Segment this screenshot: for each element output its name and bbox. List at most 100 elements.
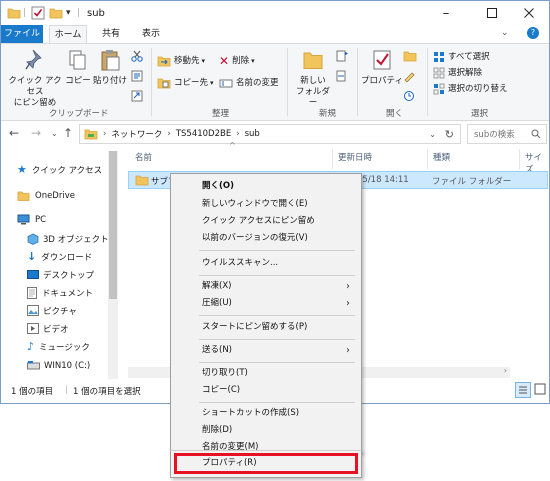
search-input[interactable]: subの検索 bbox=[467, 124, 547, 144]
new-folder-icon bbox=[303, 52, 323, 69]
menu-create-shortcut[interactable]: ショートカットの作成(S) bbox=[174, 405, 358, 422]
paste-shortcut-icon[interactable] bbox=[131, 90, 143, 105]
nav-label: ミュージック bbox=[39, 342, 90, 353]
qa-customize-icon[interactable]: ▾ bbox=[66, 5, 71, 21]
large-icons-view-icon[interactable] bbox=[533, 382, 549, 398]
nav-desktop[interactable]: デスクトップ bbox=[27, 266, 94, 283]
menu-compress[interactable]: 圧縮(U) › bbox=[174, 295, 358, 312]
menu-pin-start[interactable]: スタートにピン留めする(P) bbox=[174, 319, 358, 336]
nav-drive-c[interactable]: WIN10 (C:) bbox=[27, 357, 90, 374]
new-folder-button[interactable]: 新しい フォルダー bbox=[293, 48, 333, 109]
column-separator[interactable] bbox=[332, 149, 333, 169]
breadcrumb-server[interactable]: TS5410D2BE bbox=[176, 129, 231, 139]
menu-open[interactable]: 開く(O) bbox=[174, 178, 358, 195]
open-icon[interactable] bbox=[403, 50, 417, 65]
menu-send-to-label: 送る(N) bbox=[202, 345, 232, 355]
easy-access-icon[interactable] bbox=[335, 70, 349, 85]
recent-chevron-icon[interactable]: ⌄ bbox=[51, 129, 58, 138]
invert-selection-button[interactable]: 選択の切り替え bbox=[433, 82, 508, 96]
properties-check-icon[interactable] bbox=[31, 5, 45, 21]
column-separator[interactable] bbox=[519, 149, 520, 169]
rename-button[interactable]: 名前の変更 bbox=[219, 76, 279, 90]
cut-icon[interactable] bbox=[131, 50, 143, 65]
copy-button[interactable]: コピー bbox=[65, 48, 91, 87]
breadcrumb-network[interactable]: ネットワーク bbox=[111, 128, 162, 140]
menu-separator bbox=[199, 339, 355, 340]
copy-to-button[interactable]: コピー先 ▾ bbox=[157, 76, 214, 90]
forward-arrow-icon[interactable]: → bbox=[31, 126, 41, 140]
address-dropdown-icon[interactable]: ⌄ bbox=[429, 130, 436, 139]
scroll-right-icon[interactable]: › bbox=[504, 366, 507, 375]
column-size[interactable]: サイズ bbox=[525, 151, 549, 175]
ribbon-tabs: ファイル ホーム 共有 表示 ⌄ ? bbox=[1, 25, 549, 43]
nav-music[interactable]: ♪ ミュージック bbox=[27, 338, 90, 355]
tab-home[interactable]: ホーム bbox=[49, 25, 87, 43]
nav-quick-access[interactable]: ★ クイック アクセス bbox=[17, 161, 102, 178]
help-icon[interactable]: ? bbox=[527, 27, 539, 39]
nav-onedrive[interactable]: OneDrive bbox=[17, 187, 75, 204]
address-bar[interactable]: › ネットワーク › TS5410D2BE › sub ⌄ ↻ bbox=[79, 124, 461, 144]
drive-icon bbox=[27, 360, 40, 369]
tab-file[interactable]: ファイル bbox=[1, 25, 43, 43]
nav-3d-objects[interactable]: 3D オブジェクト bbox=[27, 230, 109, 247]
new-item-icon[interactable] bbox=[335, 50, 349, 65]
picture-icon bbox=[27, 305, 39, 316]
column-date[interactable]: 更新日時 bbox=[338, 151, 372, 167]
menu-delete[interactable]: 削除(D) bbox=[174, 422, 358, 439]
menu-pin-quick-access[interactable]: クイック アクセスにピン留め bbox=[174, 213, 358, 230]
separator-bar: | bbox=[77, 8, 81, 18]
up-arrow-icon[interactable]: ↑ bbox=[63, 126, 73, 140]
properties-ribbon-button[interactable]: プロパティ bbox=[361, 48, 403, 87]
edit-icon[interactable] bbox=[403, 70, 417, 85]
menu-cut[interactable]: 切り取り(T) bbox=[174, 365, 358, 382]
delete-button[interactable]: ✕ 削除 ▾ bbox=[219, 54, 255, 68]
menu-open-new-window[interactable]: 新しいウィンドウで開く(E) bbox=[174, 196, 358, 213]
chevron-down-icon: ▾ bbox=[210, 79, 214, 87]
pc-icon bbox=[17, 214, 30, 225]
move-to-button[interactable]: 移動先 ▾ bbox=[157, 54, 205, 68]
maximize-button[interactable] bbox=[472, 1, 512, 25]
back-arrow-icon[interactable]: ← bbox=[9, 126, 19, 140]
new-folder-qa-icon[interactable] bbox=[49, 5, 63, 21]
properties-ribbon-label: プロパティ bbox=[361, 76, 403, 86]
breadcrumb-chevron-icon: › bbox=[236, 129, 240, 139]
nav-label: WIN10 (C:) bbox=[44, 360, 91, 371]
sort-caret-icon: ^ bbox=[229, 141, 236, 150]
breadcrumb-sub[interactable]: sub bbox=[245, 129, 260, 139]
select-none-button[interactable]: 選択解除 bbox=[433, 66, 482, 80]
menu-virus-scan[interactable]: ウイルススキャン... bbox=[174, 255, 358, 272]
menu-send-to[interactable]: 送る(N) › bbox=[174, 342, 358, 359]
new-folder-label: 新しい フォルダー bbox=[295, 76, 330, 108]
nav-videos[interactable]: ビデオ bbox=[27, 320, 69, 337]
select-all-button[interactable]: すべて選択 bbox=[433, 50, 490, 64]
menu-separator bbox=[199, 315, 355, 316]
nav-pc[interactable]: PC bbox=[17, 211, 46, 228]
select-all-label: すべて選択 bbox=[448, 52, 490, 62]
nav-downloads[interactable]: ↓ ダウンロード bbox=[27, 248, 92, 265]
nav-pictures[interactable]: ピクチャ bbox=[27, 302, 77, 319]
menu-restore-versions[interactable]: 以前のバージョンの復元(V) bbox=[174, 230, 358, 247]
paste-button[interactable]: 貼り付け bbox=[93, 48, 127, 87]
history-icon[interactable] bbox=[403, 90, 417, 105]
menu-extract[interactable]: 解凍(X) › bbox=[174, 278, 358, 295]
tab-view[interactable]: 表示 bbox=[133, 25, 169, 43]
pin-quick-access-button[interactable]: クイック アクセス にピン留め bbox=[5, 48, 65, 109]
status-divider: | bbox=[65, 385, 68, 395]
column-type[interactable]: 種類 bbox=[433, 151, 450, 167]
minimize-button[interactable]: – bbox=[426, 1, 466, 25]
close-button[interactable] bbox=[509, 1, 549, 25]
menu-copy[interactable]: コピー(C) bbox=[174, 382, 358, 399]
select-all-icon bbox=[434, 52, 444, 62]
nav-scrollbar-thumb[interactable] bbox=[109, 151, 117, 299]
search-icon bbox=[531, 129, 541, 139]
ribbon-expand-icon[interactable]: ⌄ bbox=[501, 28, 509, 38]
copy-path-icon[interactable] bbox=[131, 70, 143, 85]
column-separator[interactable] bbox=[427, 149, 428, 169]
download-arrow-icon: ↓ bbox=[27, 250, 37, 263]
column-name[interactable]: 名前 bbox=[135, 151, 152, 167]
nav-documents[interactable]: ドキュメント bbox=[27, 284, 93, 301]
refresh-icon[interactable]: ↻ bbox=[445, 128, 454, 141]
tab-share[interactable]: 共有 bbox=[93, 25, 129, 43]
nav-label: ピクチャ bbox=[43, 306, 77, 317]
details-view-icon[interactable] bbox=[515, 382, 531, 398]
